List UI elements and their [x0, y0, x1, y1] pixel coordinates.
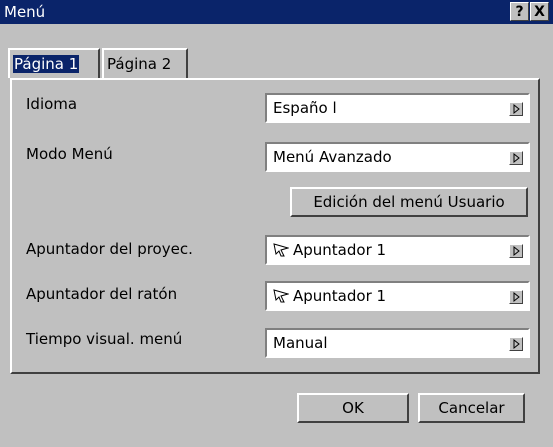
close-button[interactable]: X — [530, 2, 549, 21]
tab-pagina-2-label: Página 2 — [107, 55, 172, 73]
pointer-hand-icon — [273, 289, 289, 303]
help-button[interactable]: ? — [510, 2, 529, 21]
apuntador-proyec-value: Apuntador 1 — [293, 241, 387, 259]
apuntador-proyec-arrow-icon[interactable] — [509, 244, 523, 258]
edit-user-menu-button[interactable]: Edición del menú Usuario — [290, 187, 528, 217]
title-bar: Menú ? X — [0, 0, 553, 24]
apuntador-raton-arrow-icon[interactable] — [509, 290, 523, 304]
apuntador-proyec-label: Apuntador del proyec. — [26, 240, 193, 258]
modo-menu-label: Modo Menú — [26, 145, 113, 163]
ok-button[interactable]: OK — [297, 393, 409, 423]
apuntador-raton-select[interactable]: Apuntador 1 — [265, 281, 530, 311]
settings-panel: Idioma Españo l Modo Menú Menú Avanzado … — [10, 78, 540, 374]
tiempo-visual-value: Manual — [273, 334, 328, 352]
pointer-hand-icon — [273, 243, 289, 257]
idioma-label: Idioma — [26, 95, 78, 113]
tiempo-visual-label: Tiempo visual. menú — [26, 330, 183, 348]
apuntador-proyec-select[interactable]: Apuntador 1 — [265, 235, 530, 265]
modo-menu-value: Menú Avanzado — [273, 148, 392, 166]
tiempo-visual-select[interactable]: Manual — [265, 328, 530, 358]
apuntador-raton-value: Apuntador 1 — [293, 287, 387, 305]
tab-pagina-1[interactable]: Página 1 — [8, 48, 100, 78]
tab-pagina-1-label: Página 1 — [13, 55, 80, 73]
tiempo-visual-arrow-icon[interactable] — [509, 337, 523, 351]
modo-menu-arrow-icon[interactable] — [509, 151, 523, 165]
idioma-value: Españo l — [273, 99, 337, 117]
idioma-arrow-icon[interactable] — [509, 102, 523, 116]
apuntador-raton-label: Apuntador del ratón — [26, 285, 178, 303]
cancel-button[interactable]: Cancelar — [418, 393, 525, 423]
idioma-select[interactable]: Españo l — [265, 93, 530, 123]
window-title: Menú — [4, 3, 46, 21]
modo-menu-select[interactable]: Menú Avanzado — [265, 142, 530, 172]
tab-pagina-2[interactable]: Página 2 — [102, 48, 188, 78]
